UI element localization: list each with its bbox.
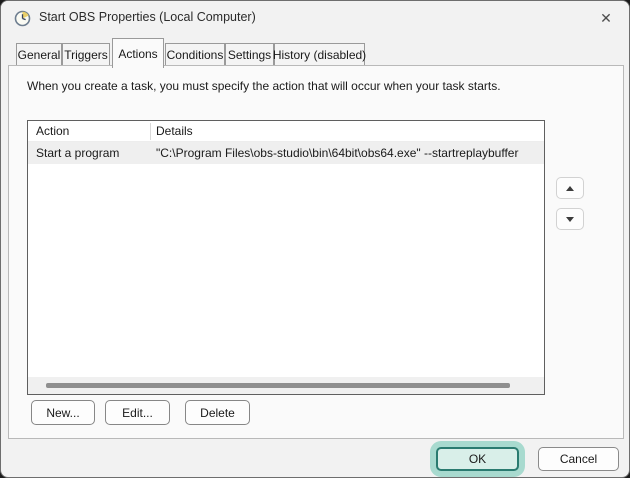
tab-label: History (disabled)	[272, 48, 367, 62]
actions-tab-panel: When you create a task, you must specify…	[8, 65, 624, 439]
tab-label: General	[17, 48, 61, 62]
new-button[interactable]: New...	[31, 400, 95, 425]
close-icon: ✕	[600, 9, 612, 26]
tab-history[interactable]: History (disabled)	[272, 43, 367, 66]
cancel-button[interactable]: Cancel	[538, 447, 619, 471]
ok-button[interactable]: OK	[436, 447, 519, 471]
edit-button[interactable]: Edit...	[105, 400, 170, 425]
window-title: Start OBS Properties (Local Computer)	[39, 10, 256, 24]
tab-actions[interactable]: Actions	[112, 38, 164, 68]
tab-general[interactable]: General	[16, 43, 62, 66]
delete-button[interactable]: Delete	[185, 400, 250, 425]
column-header-action[interactable]: Action	[36, 124, 69, 138]
cell-action: Start a program	[36, 146, 120, 160]
title-bar: Start OBS Properties (Local Computer) ✕	[1, 1, 629, 37]
tab-conditions[interactable]: Conditions	[165, 43, 225, 66]
close-button[interactable]: ✕	[589, 4, 623, 32]
tab-description-text: When you create a task, you must specify…	[27, 79, 501, 93]
tab-label: Triggers	[64, 48, 108, 62]
new-button-label: New...	[46, 405, 80, 420]
task-scheduler-clock-icon	[14, 10, 31, 27]
cell-details: "C:\Program Files\obs-studio\bin\64bit\o…	[156, 146, 519, 160]
action-row-selected[interactable]: Start a program "C:\Program Files\obs-st…	[28, 142, 544, 164]
move-down-button[interactable]	[556, 208, 584, 230]
horizontal-scrollbar[interactable]	[28, 377, 544, 394]
tab-label: Settings	[227, 48, 272, 62]
up-triangle-icon	[566, 185, 574, 191]
column-header-details[interactable]: Details	[156, 124, 193, 138]
actions-list[interactable]: Action Details Start a program "C:\Progr…	[27, 120, 545, 395]
tab-settings[interactable]: Settings	[225, 43, 274, 66]
tab-label: Actions	[118, 46, 158, 61]
column-divider[interactable]	[150, 123, 151, 140]
delete-button-label: Delete	[200, 405, 235, 420]
down-triangle-icon	[566, 216, 574, 222]
tab-label: Conditions	[166, 48, 224, 62]
cancel-button-label: Cancel	[559, 452, 598, 466]
ok-button-label: OK	[468, 452, 487, 466]
edit-button-label: Edit...	[122, 405, 153, 420]
list-header: Action Details	[28, 121, 544, 142]
move-up-button[interactable]	[556, 177, 584, 199]
tab-triggers[interactable]: Triggers	[62, 43, 110, 66]
task-properties-dialog: Start OBS Properties (Local Computer) ✕ …	[0, 0, 630, 478]
scrollbar-thumb[interactable]	[46, 383, 510, 388]
